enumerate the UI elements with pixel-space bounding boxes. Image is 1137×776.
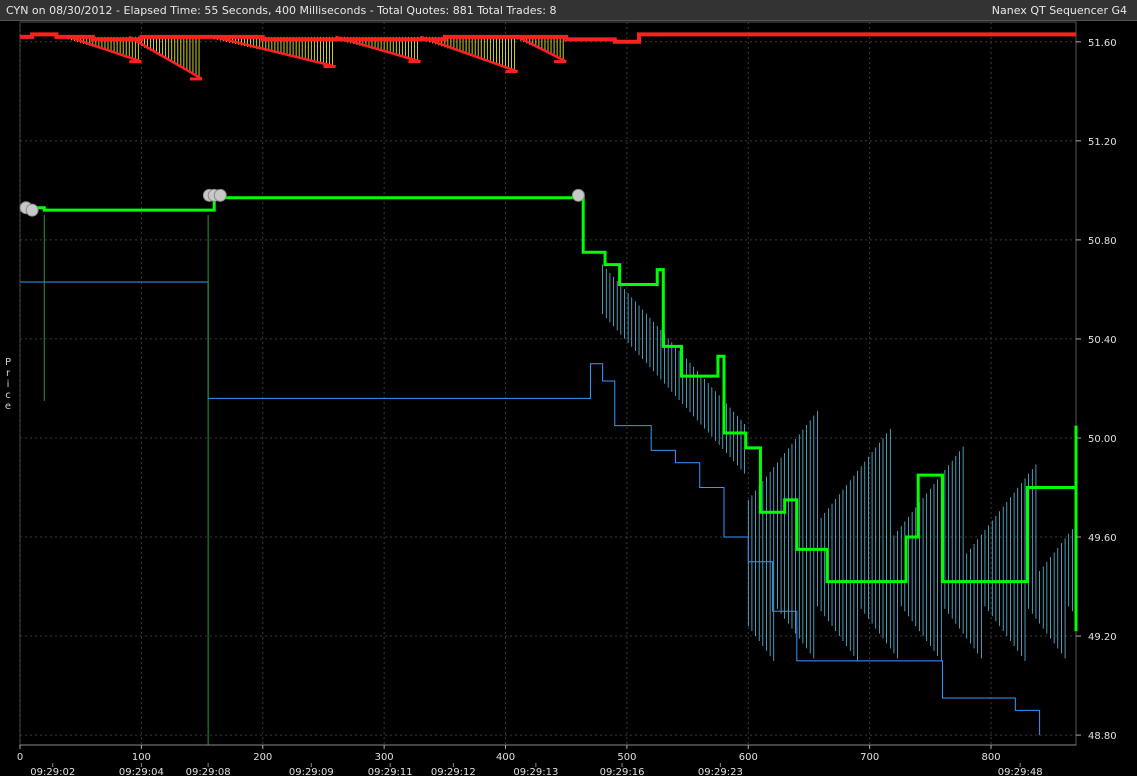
x-tick-label: 100 bbox=[132, 752, 151, 763]
time-label: 09:29:12 bbox=[431, 767, 476, 776]
x-tick-label: 600 bbox=[739, 752, 758, 763]
y-tick-label: 48.80 bbox=[1088, 731, 1117, 742]
plot-area bbox=[19, 21, 1077, 746]
trade-marker bbox=[571, 188, 585, 202]
y-label-char: i bbox=[7, 379, 10, 390]
y-label-char: P bbox=[5, 357, 11, 368]
y-tick-label: 49.20 bbox=[1088, 632, 1117, 643]
y-tick-label: 50.80 bbox=[1088, 236, 1117, 247]
time-label: 09:29:09 bbox=[289, 767, 334, 776]
time-label: 09:29:48 bbox=[998, 767, 1043, 776]
x-tick-label: 800 bbox=[981, 752, 1000, 763]
y-tick-label: 51.20 bbox=[1088, 137, 1117, 148]
x-tick-label: 0 bbox=[17, 752, 23, 763]
x-tick-label: 200 bbox=[253, 752, 272, 763]
time-label: 09:29:04 bbox=[119, 767, 164, 776]
trade-marker bbox=[213, 188, 227, 202]
x-tick-label: 500 bbox=[617, 752, 636, 763]
y-tick-label: 51.60 bbox=[1088, 38, 1117, 49]
y-label-char: c bbox=[5, 390, 11, 401]
price-chart[interactable]: 51.60 51.20 50.80 50.40 50.00 49.60 49.20 48.80… bbox=[0, 0, 1137, 776]
y-tick-label: 50.00 bbox=[1088, 434, 1117, 445]
time-label: 09:29:13 bbox=[513, 767, 558, 776]
y-label-char: r bbox=[6, 368, 11, 379]
trade-marker bbox=[25, 203, 39, 217]
time-label: 09:29:02 bbox=[30, 767, 75, 776]
y-tick-label: 50.40 bbox=[1088, 335, 1117, 346]
time-label: 09:29:23 bbox=[698, 767, 743, 776]
x-tick-label: 700 bbox=[860, 752, 879, 763]
y-tick-label: 49.60 bbox=[1088, 533, 1117, 544]
y-axis-label: Price bbox=[5, 357, 11, 412]
time-label: 09:29:16 bbox=[600, 767, 645, 776]
x-tick-label: 400 bbox=[496, 752, 515, 763]
plot-frame bbox=[19, 21, 1077, 746]
time-axis: 09:29:02 09:29:04 09:29:08 09:29:09 09:29:11… bbox=[30, 763, 1043, 776]
y-label-char: e bbox=[5, 401, 11, 412]
x-axis: 0 100 200 300 400 500 600 700 800 bbox=[17, 744, 1076, 763]
y-axis: 51.60 51.20 50.80 50.40 50.00 49.60 49.20 48.80 bbox=[1076, 38, 1117, 742]
x-tick-label: 300 bbox=[375, 752, 394, 763]
time-label: 09:29:08 bbox=[186, 767, 231, 776]
time-label: 09:29:11 bbox=[368, 767, 413, 776]
